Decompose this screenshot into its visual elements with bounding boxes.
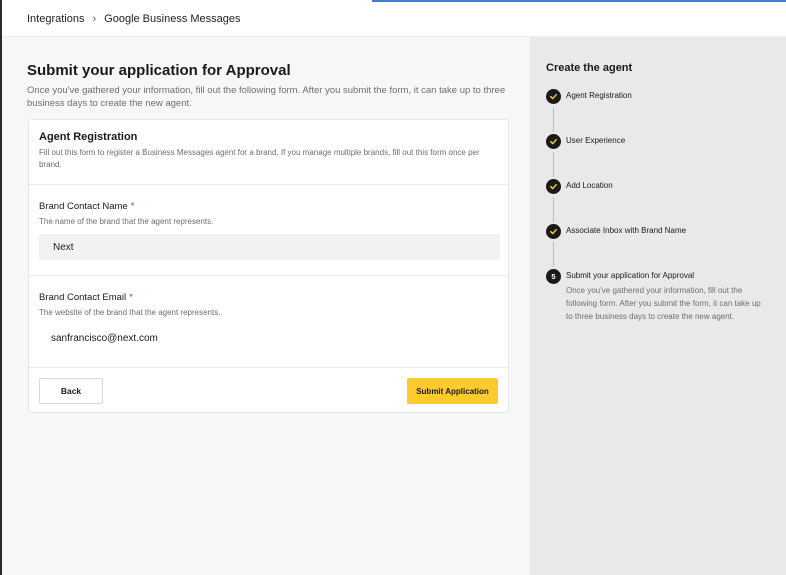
brand-contact-email-label: Brand Contact Email * xyxy=(39,292,133,303)
check-icon xyxy=(546,179,561,194)
check-icon xyxy=(546,224,561,239)
brand-contact-email-input[interactable] xyxy=(39,325,500,351)
step-label: User Experience xyxy=(566,136,626,145)
step-description: Once you've gathered your information, f… xyxy=(566,286,761,321)
card-description: Fill out this form to register a Busines… xyxy=(39,148,480,169)
step-connector xyxy=(553,242,554,267)
main-content: Submit your application for Approval Onc… xyxy=(2,37,530,575)
breadcrumb-integrations[interactable]: Integrations xyxy=(27,13,84,25)
card-header: Agent Registration Fill out this form to… xyxy=(29,120,508,185)
step-connector xyxy=(553,197,554,222)
step-label: Add Location xyxy=(566,181,613,190)
form-actions: Back Submit Application xyxy=(29,368,508,414)
sidebar-title: Create the agent xyxy=(546,62,633,74)
check-icon xyxy=(546,89,561,104)
brand-contact-name-section: Brand Contact Name * The name of the bran… xyxy=(29,185,508,276)
step-label: Associate Inbox with Brand Name xyxy=(566,226,687,235)
steps-sidebar: Create the agent Agent Registration User… xyxy=(530,37,786,575)
breadcrumb-google-business-messages[interactable]: Google Business Messages xyxy=(104,13,240,25)
step-connector xyxy=(553,107,554,132)
page-title: Submit your application for Approval xyxy=(27,62,291,79)
chevron-right-icon: › xyxy=(92,13,97,25)
required-mark: * xyxy=(129,292,133,303)
required-mark: * xyxy=(130,201,135,212)
card-title: Agent Registration xyxy=(39,131,138,143)
check-icon xyxy=(546,134,561,149)
brand-contact-name-help: The name of the brand that the agent rep… xyxy=(39,217,214,226)
agent-registration-card: Agent Registration Fill out this form to… xyxy=(28,119,509,413)
step-label: Agent Registration xyxy=(566,91,632,100)
brand-contact-email-help: The website of the brand that the agent … xyxy=(39,308,221,317)
step-label: Submit your application for Approval xyxy=(566,271,695,280)
page-description: Once you've gathered your information, f… xyxy=(27,85,506,109)
brand-contact-name-label: Brand Contact Name * xyxy=(39,201,135,212)
back-button[interactable]: Back xyxy=(39,378,103,404)
brand-contact-name-input[interactable] xyxy=(39,234,500,260)
step-number-badge: 5 xyxy=(546,269,561,284)
submit-application-button[interactable]: Submit Application xyxy=(407,378,498,404)
brand-contact-email-section: Brand Contact Email * The website of the … xyxy=(29,276,508,368)
breadcrumb: Integrations › Google Business Messages xyxy=(2,2,786,37)
step-connector xyxy=(553,152,554,177)
